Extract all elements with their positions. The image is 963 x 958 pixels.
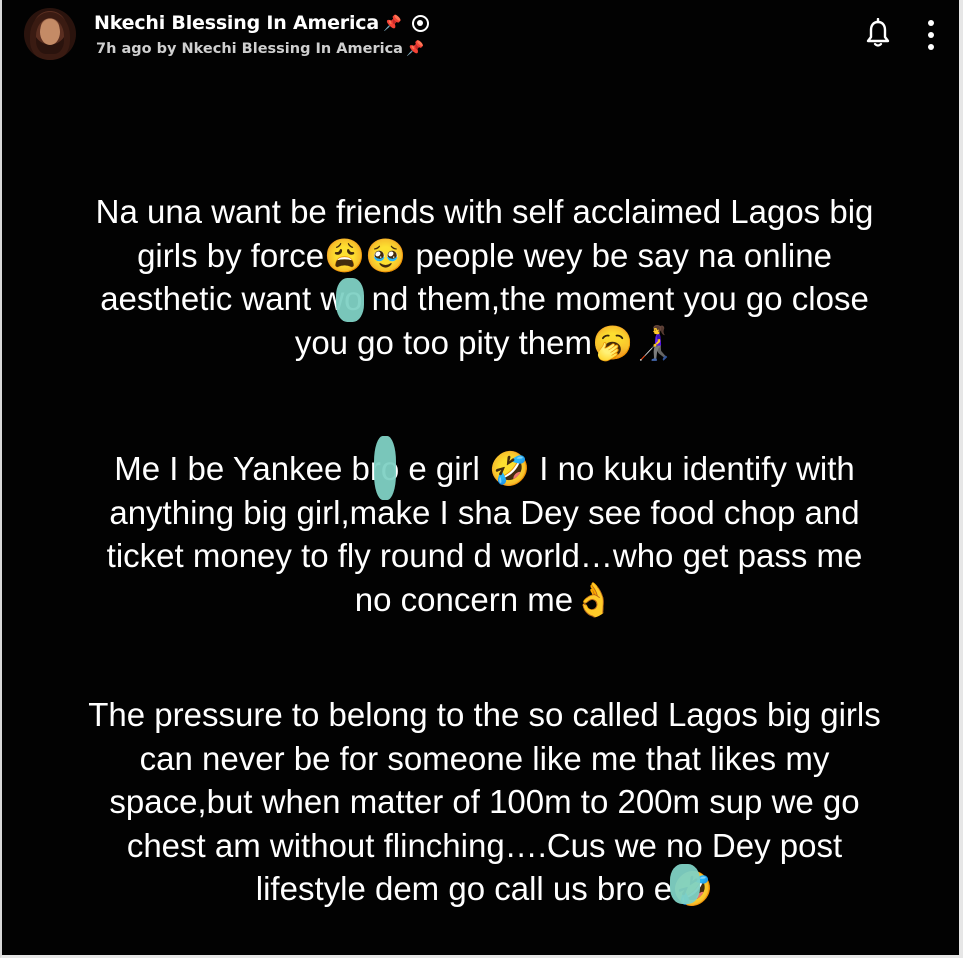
bell-icon[interactable] bbox=[864, 18, 892, 48]
pin-emoji: 📌 bbox=[382, 15, 402, 32]
post-paragraph-1: Na una want be friends with self acclaim… bbox=[95, 193, 874, 361]
story-header: Nkechi Blessing In America 📌 7h ago by N… bbox=[24, 8, 954, 64]
post-meta: 7h ago by Nkechi Blessing In America 📌 bbox=[96, 40, 425, 58]
verified-badge-icon bbox=[411, 14, 429, 32]
account-name[interactable]: Nkechi Blessing In America bbox=[94, 12, 379, 34]
redaction-mark bbox=[336, 278, 364, 322]
account-title-row: Nkechi Blessing In America 📌 bbox=[94, 10, 429, 36]
post-paragraph-2: Me I be Yankee bro e girl 🤣 I no kuku id… bbox=[106, 450, 863, 618]
pin-emoji: 📌 bbox=[405, 41, 425, 57]
post-timestamp-and-author: 7h ago by Nkechi Blessing In America bbox=[96, 40, 403, 57]
post-paragraph-3: The pressure to belong to the so called … bbox=[88, 696, 881, 907]
avatar[interactable] bbox=[24, 8, 76, 60]
story-frame: Nkechi Blessing In America 📌 7h ago by N… bbox=[0, 0, 963, 958]
redaction-mark bbox=[374, 436, 396, 500]
redaction-mark bbox=[670, 864, 700, 904]
more-options-icon[interactable] bbox=[926, 20, 936, 50]
